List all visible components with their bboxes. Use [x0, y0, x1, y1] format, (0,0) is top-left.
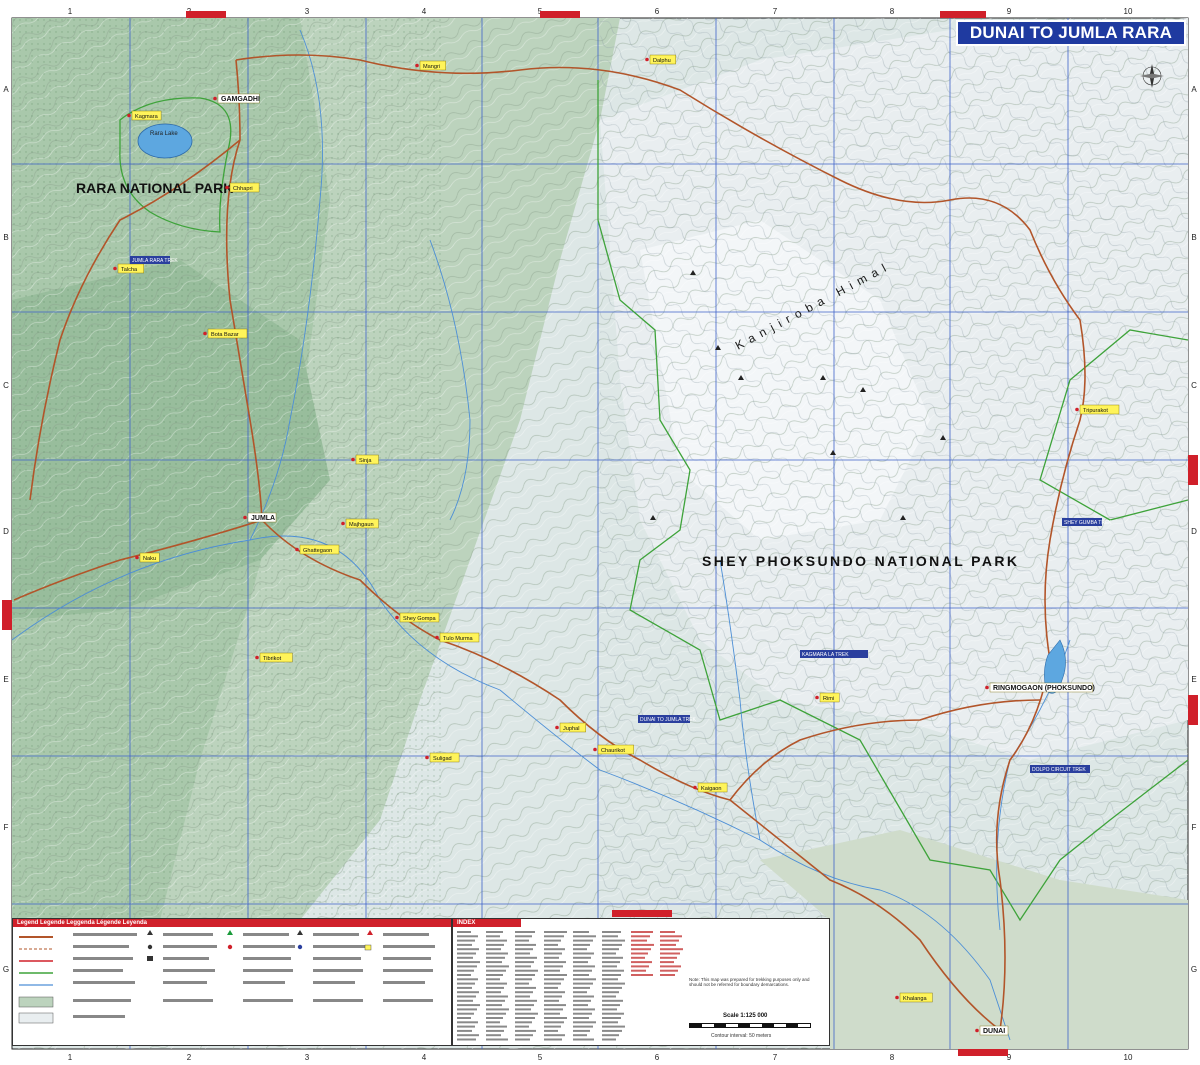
- rara-lake: [137, 123, 193, 159]
- grid-col-2-bottom: 2: [187, 1053, 192, 1062]
- contour-note: Contour interval: 50 meters: [711, 1033, 772, 1039]
- grid-row-D-left: D: [3, 527, 9, 536]
- town-tibrikot: Tibrikot: [255, 652, 293, 663]
- svg-text:Suligad: Suligad: [433, 756, 452, 762]
- town-gamgadhi: GAMGADHI: [213, 93, 260, 104]
- svg-text:DOLPO CIRCUIT TREK: DOLPO CIRCUIT TREK: [1032, 767, 1086, 773]
- grid-col-1-bottom: 1: [68, 1053, 73, 1062]
- grid-col-3-top: 3: [305, 7, 310, 16]
- map-title-text: DUNAI TO JUMLA RARA: [969, 23, 1173, 42]
- svg-text:Tripurakot: Tripurakot: [1083, 408, 1108, 414]
- town-dunai: DUNAI: [975, 1025, 1009, 1036]
- grid-col-1-top: 1: [68, 7, 73, 16]
- svg-text:Kagmara: Kagmara: [135, 114, 159, 120]
- scale-bar: [689, 1023, 811, 1028]
- grid-col-10-bottom: 10: [1124, 1053, 1133, 1062]
- grid-col-6-bottom: 6: [655, 1053, 660, 1062]
- town-bota-bazar: Bota Bazar: [203, 328, 248, 339]
- town-suligad: Suligad: [425, 752, 460, 763]
- svg-text:Mangri: Mangri: [423, 64, 440, 70]
- town-kagmara: Kagmara: [127, 110, 162, 121]
- legend-panel: Legend Legende Leggenda Légende Leyenda: [12, 918, 452, 1046]
- svg-text:Shey Gompa: Shey Gompa: [403, 616, 437, 622]
- grid-row-D-right: D: [1191, 527, 1197, 536]
- svg-text:Majhgaun: Majhgaun: [349, 522, 374, 528]
- town-jumla: JUMLA: [243, 512, 277, 523]
- grid-col-6-top: 6: [655, 7, 660, 16]
- grid-col-4-bottom: 4: [422, 1053, 427, 1062]
- grid-col-7-bottom: 7: [773, 1053, 778, 1062]
- grid-row-A-left: A: [3, 85, 9, 94]
- rara-park-label: RARA NATIONAL PARK: [76, 180, 233, 196]
- svg-text:JUMLA RARA TREK: JUMLA RARA TREK: [132, 258, 178, 264]
- svg-text:Khalanga: Khalanga: [903, 996, 928, 1002]
- svg-text:Juphal: Juphal: [563, 726, 579, 732]
- grid-row-G-left: G: [3, 965, 9, 974]
- grid-col-3-bottom: 3: [305, 1053, 310, 1062]
- index-panel: INDEX Note: This map was prepared for tr…: [452, 918, 830, 1046]
- svg-text:Bota Bazar: Bota Bazar: [211, 332, 239, 338]
- town-chhapri: Chhapri: [225, 182, 260, 193]
- grid-row-A-right: A: [1191, 85, 1197, 94]
- svg-text:Chaurikot: Chaurikot: [601, 748, 625, 754]
- svg-text:Chhapri: Chhapri: [233, 186, 253, 192]
- svg-text:GAMGADHI: GAMGADHI: [221, 96, 260, 103]
- grid-col-9-top: 9: [1007, 7, 1012, 16]
- map-title: DUNAI TO JUMLA RARA: [956, 20, 1186, 46]
- svg-text:Dalphu: Dalphu: [653, 58, 671, 64]
- map-scale: Scale 1:125 000: [723, 1013, 768, 1019]
- svg-text:DUNAI: DUNAI: [983, 1028, 1005, 1035]
- town-khalanga: Khalanga: [895, 992, 933, 1003]
- grid-row-E-left: E: [3, 675, 8, 684]
- legend-symbols: [18, 930, 435, 1024]
- svg-text:Tulo Murma: Tulo Murma: [443, 636, 474, 642]
- legend-title: Legend Legende Leggenda Légende Leyenda: [13, 919, 451, 927]
- shey-park-label: SHEY PHOKSUNDO NATIONAL PARK: [702, 553, 1019, 569]
- svg-text:Ghattegaon: Ghattegaon: [303, 548, 332, 554]
- lake-label: Rara Lake: [150, 131, 178, 137]
- svg-text:RINGMOGAON (PHOKSUNDO): RINGMOGAON (PHOKSUNDO): [993, 685, 1095, 692]
- grid-row-C-right: C: [1191, 381, 1197, 390]
- town-shey-gompa: Shey Gompa: [395, 612, 440, 623]
- svg-text:SHEY GUMBA TREK: SHEY GUMBA TREK: [1064, 520, 1112, 526]
- grid-row-B-right: B: [1191, 233, 1196, 242]
- town-majhgaun: Majhgaun: [341, 518, 379, 529]
- grid-row-F-left: F: [4, 823, 9, 832]
- svg-text:KAGMARA LA TREK: KAGMARA LA TREK: [802, 652, 849, 658]
- grid-col-8-top: 8: [890, 7, 895, 16]
- grid-row-F-right: F: [1192, 823, 1197, 832]
- town-kaigaon: Kaigaon: [693, 782, 728, 793]
- town-tripurakot: Tripurakot: [1075, 404, 1120, 415]
- svg-text:Rimi: Rimi: [823, 696, 834, 702]
- town-chaurikot: Chaurikot: [593, 744, 634, 755]
- town-ghattegaon: Ghattegaon: [295, 544, 340, 555]
- svg-text:JUMLA: JUMLA: [251, 515, 275, 522]
- grid-col-10-top: 10: [1124, 7, 1133, 16]
- town-ringmogaon-phoksundo: RINGMOGAON (PHOKSUNDO): [985, 682, 1095, 693]
- svg-text:Talcha: Talcha: [121, 267, 138, 273]
- grid-row-G-right: G: [1191, 965, 1197, 974]
- svg-text:Kaigaon: Kaigaon: [701, 786, 722, 792]
- map-note: Note: This map was prepared for trekking…: [689, 977, 810, 987]
- grid-col-4-top: 4: [422, 7, 427, 16]
- grid-col-7-top: 7: [773, 7, 778, 16]
- town-tulo-murma: Tulo Murma: [435, 632, 480, 643]
- map-canvas: Rara Lake Kanjiroba Himal RARA NATIONAL …: [0, 0, 1200, 1065]
- grid-col-8-bottom: 8: [890, 1053, 895, 1062]
- grid-row-E-right: E: [1191, 675, 1196, 684]
- grid-row-B-left: B: [3, 233, 8, 242]
- svg-text:DUNAI TO JUMLA TREK: DUNAI TO JUMLA TREK: [640, 717, 697, 723]
- svg-text:Tibrikot: Tibrikot: [263, 656, 282, 662]
- svg-text:Naku: Naku: [143, 556, 156, 562]
- svg-text:Sinja: Sinja: [359, 458, 372, 464]
- grid-row-C-left: C: [3, 381, 9, 390]
- grid-col-5-bottom: 5: [538, 1053, 543, 1062]
